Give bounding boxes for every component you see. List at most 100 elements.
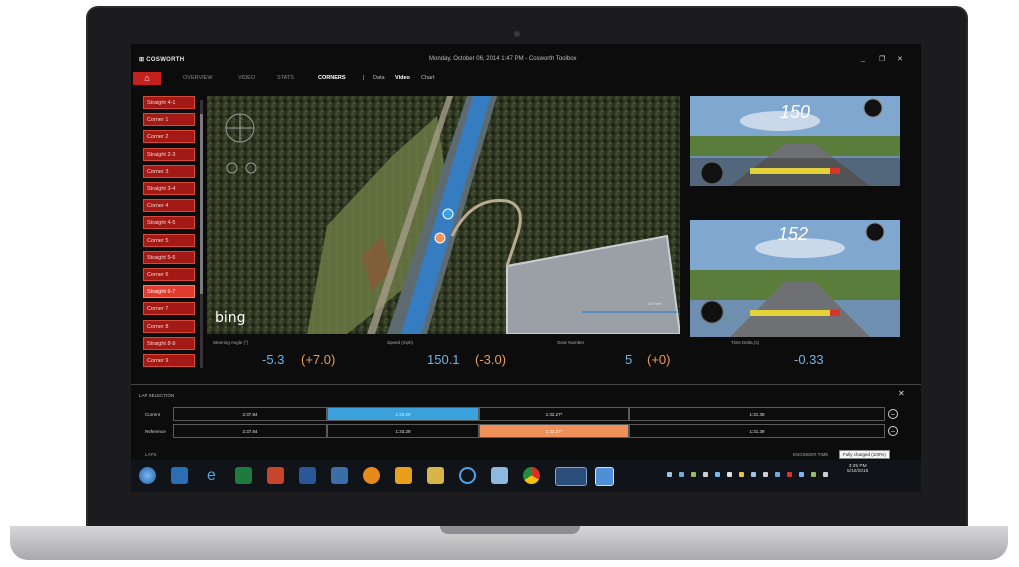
lap-row-label: Current bbox=[145, 412, 161, 417]
tray-icon[interactable] bbox=[787, 472, 792, 477]
tray-icon[interactable] bbox=[715, 472, 720, 477]
tray-icon[interactable] bbox=[667, 472, 672, 477]
search-icon[interactable] bbox=[459, 467, 476, 484]
corner-list-item[interactable]: Corner 9 bbox=[143, 354, 195, 367]
video-speed-readout: 152 bbox=[778, 224, 809, 244]
metric-label: Time Delta (s) bbox=[731, 340, 760, 345]
tray-icon[interactable] bbox=[679, 472, 684, 477]
outlook-icon[interactable] bbox=[171, 467, 188, 484]
tab-overview[interactable]: OVERVIEW bbox=[183, 75, 213, 81]
word-icon[interactable] bbox=[299, 467, 316, 484]
excel-icon[interactable] bbox=[235, 467, 252, 484]
media-icon[interactable] bbox=[363, 467, 380, 484]
zoom-out-icon[interactable] bbox=[224, 159, 238, 173]
metric-delta: (+0) bbox=[647, 352, 671, 367]
corner-list-item[interactable]: Straight 4-5 bbox=[143, 216, 195, 230]
title-bar: ⊞ COSWORTH Monday, October 06, 2014 1:47… bbox=[131, 52, 921, 68]
tray-icon[interactable] bbox=[727, 472, 732, 477]
corner-list-item[interactable]: Corner 8 bbox=[143, 319, 195, 333]
start-button-icon[interactable] bbox=[139, 467, 156, 484]
corner-list-item[interactable]: Straight 8-9 bbox=[143, 336, 195, 350]
corner-list-item[interactable]: Corner 2 bbox=[143, 130, 195, 144]
video-reference[interactable]: 152 bbox=[690, 220, 900, 337]
minimize-button[interactable]: _ bbox=[861, 55, 865, 62]
bing-logo: bing bbox=[215, 310, 246, 326]
home-icon[interactable]: ⌂ bbox=[133, 72, 161, 85]
lap-cell-selected-reference[interactable]: 1:32.27* bbox=[479, 424, 629, 438]
tray-icon[interactable] bbox=[703, 472, 708, 477]
corner-list-item[interactable]: Straight 5-6 bbox=[143, 250, 195, 264]
chrome-icon[interactable] bbox=[523, 467, 540, 484]
video-speed-readout: 150 bbox=[780, 102, 811, 122]
tab-stats[interactable]: STATS bbox=[277, 75, 294, 81]
restore-button[interactable]: ❐ bbox=[879, 55, 885, 63]
close-button[interactable]: ✕ bbox=[897, 55, 903, 63]
metric-label: Speed (mph) bbox=[387, 340, 414, 345]
metric-value: -5.3 bbox=[262, 352, 285, 367]
metrics-panel: Steering Angle (°) -5.3 (+7.0) Speed (mp… bbox=[207, 340, 907, 374]
tray-icon[interactable] bbox=[751, 472, 756, 477]
corner-list-item[interactable]: Corner 6 bbox=[143, 268, 195, 281]
corner-list-item[interactable]: Corner 7 bbox=[143, 302, 195, 316]
corner-list-item[interactable]: Straight 4-1 bbox=[143, 96, 195, 109]
metric-delta: (-3.0) bbox=[475, 352, 507, 367]
map-pan-control bbox=[225, 113, 255, 143]
remove-lap-icon[interactable]: − bbox=[888, 426, 898, 436]
powerpoint-icon[interactable] bbox=[267, 467, 284, 484]
corner-list-item[interactable]: Corner 4 bbox=[143, 199, 195, 213]
track-map[interactable]: bing 150 feet bbox=[207, 96, 680, 334]
tray-icon[interactable] bbox=[823, 472, 828, 477]
player-icon[interactable] bbox=[395, 467, 412, 484]
close-icon[interactable]: ✕ bbox=[898, 389, 905, 398]
lap-row-label: Reference bbox=[145, 429, 166, 434]
tray-icon[interactable] bbox=[739, 472, 744, 477]
webcam bbox=[514, 31, 520, 37]
corner-list-scrollbar[interactable] bbox=[200, 100, 203, 368]
lap-selection-title: LAP SELECTION bbox=[139, 393, 175, 398]
lap-cell[interactable]: 1:31.39 bbox=[629, 407, 885, 421]
corner-list: Straight 4-1 Corner 1 Corner 2 Straight 2-3… bbox=[143, 96, 197, 376]
tray-icon[interactable] bbox=[799, 472, 804, 477]
corner-list-item[interactable]: Straight 6-7 bbox=[143, 285, 195, 299]
scroll-thumb[interactable] bbox=[200, 114, 203, 294]
tray-icon[interactable] bbox=[763, 472, 768, 477]
tray-clock[interactable]: 3:25 PM 5/10/2015 bbox=[847, 464, 868, 474]
battery-tooltip: Fully charged (100%) bbox=[839, 450, 890, 459]
tray-icon[interactable] bbox=[691, 472, 696, 477]
clock-date: 5/10/2015 bbox=[847, 469, 869, 474]
lap-cell[interactable]: 1:33.29 bbox=[327, 424, 479, 438]
nav-separator: | bbox=[363, 75, 365, 81]
cosworth-toolbox-icon[interactable] bbox=[555, 467, 587, 486]
remove-lap-icon[interactable]: − bbox=[888, 409, 898, 419]
tray-icon[interactable] bbox=[775, 472, 780, 477]
metric-value: 5 bbox=[625, 352, 633, 367]
status-left: LAPS bbox=[145, 452, 157, 457]
corner-list-item[interactable]: Corner 5 bbox=[143, 233, 195, 247]
notepad-icon[interactable] bbox=[491, 467, 508, 484]
tab-corners[interactable]: CORNERS bbox=[318, 75, 346, 81]
metric-label: Steering Angle (°) bbox=[213, 340, 249, 345]
laptop-notch bbox=[440, 526, 580, 534]
zoom-in-icon[interactable] bbox=[244, 159, 258, 173]
app-icon[interactable] bbox=[331, 467, 348, 484]
video-current[interactable]: 150 bbox=[690, 96, 900, 186]
tray-icon[interactable] bbox=[811, 472, 816, 477]
corner-list-item[interactable]: Straight 3-4 bbox=[143, 182, 195, 195]
subtab-chart[interactable]: Chart bbox=[421, 75, 434, 81]
subtab-data[interactable]: Data bbox=[373, 75, 385, 81]
map-scale-label: 150 feet bbox=[647, 301, 662, 306]
lap-cell-selected-current[interactable]: 1:33.29 bbox=[327, 407, 479, 421]
lap-cell[interactable]: 2:37.84 bbox=[173, 424, 327, 438]
lap-cell[interactable]: 1:31.39 bbox=[629, 424, 885, 438]
internet-explorer-icon[interactable]: e bbox=[203, 467, 220, 484]
corner-list-item[interactable]: Corner 1 bbox=[143, 113, 195, 127]
lap-cell[interactable]: 2:37.84 bbox=[173, 407, 327, 421]
lap-cell[interactable]: 1:32.27* bbox=[479, 407, 629, 421]
window-title: Monday, October 06, 2014 1:47 PM - Coswo… bbox=[429, 56, 577, 62]
folder-icon[interactable] bbox=[427, 467, 444, 484]
tab-video[interactable]: VIDEO bbox=[238, 75, 255, 81]
corner-list-item[interactable]: Corner 3 bbox=[143, 164, 195, 178]
corner-list-item[interactable]: Straight 2-3 bbox=[143, 147, 195, 161]
subtab-video[interactable]: Video bbox=[395, 75, 410, 81]
grid-app-icon[interactable] bbox=[595, 467, 614, 486]
